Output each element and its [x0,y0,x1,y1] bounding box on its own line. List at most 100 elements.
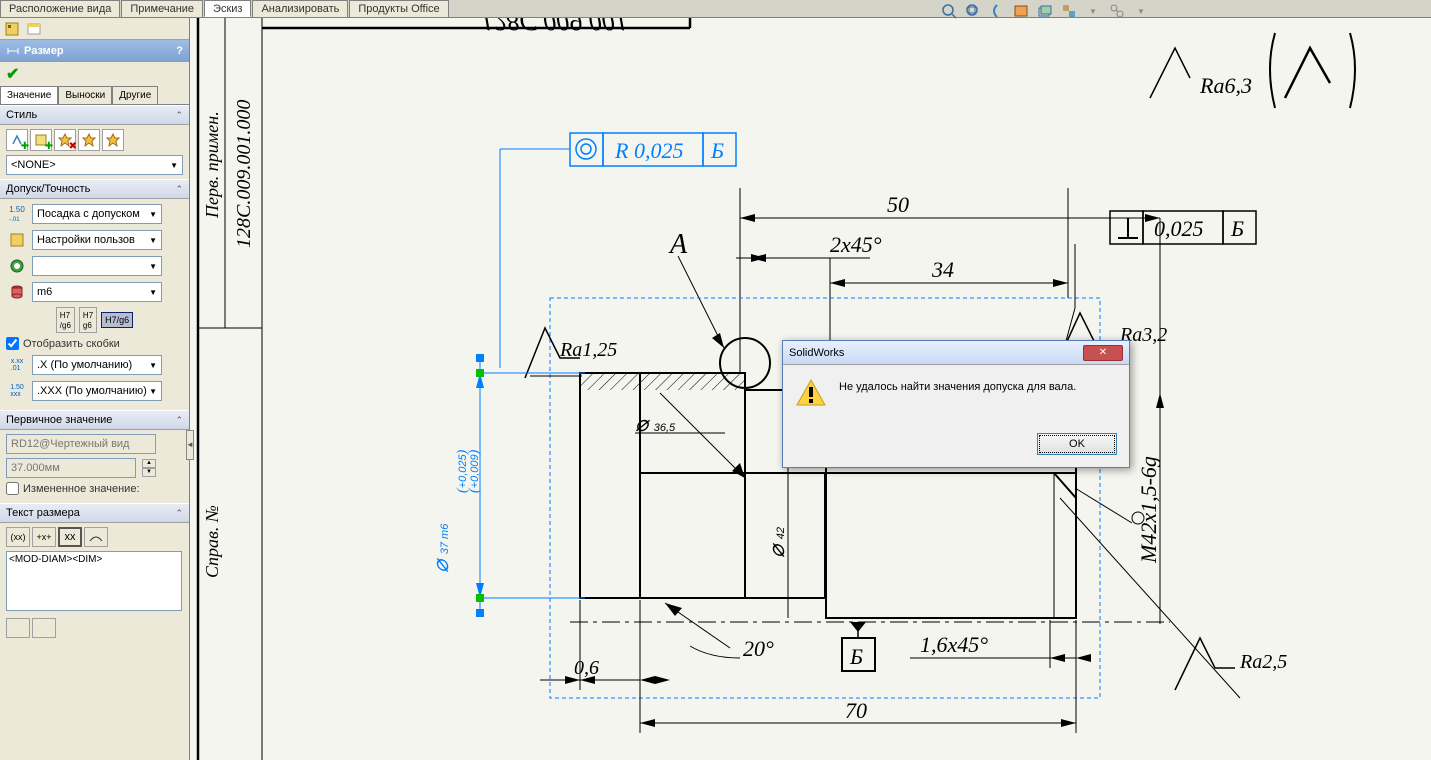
dimtext-inspect-button[interactable]: +x+ [32,527,56,547]
dimtext-box-button[interactable]: xx [58,527,82,547]
help-button[interactable]: ? [176,45,183,57]
dimtext-textarea[interactable]: <MOD-DIAM><DIM> [6,551,182,611]
top-tabs: Расположение вида Примечание Эскиз Анали… [0,0,1431,18]
ok-button[interactable]: OK [1037,433,1117,455]
property-icon[interactable] [24,19,44,39]
previous-view-icon[interactable] [987,2,1007,20]
svg-text:M42x1,5-6g: M42x1,5-6g [1136,456,1161,564]
tolerance-type-combo[interactable]: Посадка с допуском ▼ [32,204,162,224]
section-view-icon[interactable] [1011,2,1031,20]
chevron-up-icon: ⌃ [175,415,183,426]
dimtext-parens-button[interactable]: (xx) [6,527,30,547]
feature-tree-icon[interactable] [2,19,22,39]
svg-text:Б: Б [1230,216,1244,241]
justify-left-button[interactable] [6,618,30,638]
dropdown-arrow-icon: ▼ [149,387,157,396]
title-mirror: 128С.009.001 [480,18,627,36]
dialog-message: Не удалось найти значения допуска для ва… [839,377,1076,393]
tab-analyze[interactable]: Анализировать [252,0,348,17]
precision2-combo[interactable]: .XXX (По умолчанию) ▼ [32,381,162,401]
section-tolerance-header[interactable]: Допуск/Точность ⌃ [0,179,189,199]
perv-primen-label: Перв. примен. [202,111,222,219]
svg-text:34: 34 [931,257,954,282]
svg-text:Ra6,3: Ra6,3 [1199,73,1252,98]
value-decrement[interactable]: ▼ [142,468,156,477]
hide-show-icon[interactable] [1059,2,1079,20]
tab-sketch[interactable]: Эскиз [204,0,251,17]
svg-text:2x45°: 2x45° [830,232,882,257]
dropdown-arrow-icon: ▼ [149,210,157,219]
gtol-perpendicularity: 0,025 Б [1110,211,1256,244]
subtab-value[interactable]: Значение [0,86,58,104]
zoom-fit-icon[interactable] [939,2,959,20]
primary-label: Первичное значение [6,414,112,426]
tol-settings-value: Настройки пользов [37,234,135,246]
precision1-icon: x.xx.01 [6,354,28,376]
display-style-icon[interactable] [1035,2,1055,20]
override-checkbox[interactable] [6,482,19,495]
tol-linear-button[interactable]: H7/g6 [101,312,133,328]
sprav-no-label: Справ. № [202,505,222,578]
tol-stacked-button[interactable]: H7g6 [79,307,97,333]
shaft-tolerance-icon [6,281,28,303]
svg-text:50: 50 [887,192,909,217]
panel-title: Размер [24,45,64,57]
justify-center-button[interactable] [32,618,56,638]
style-add-icon[interactable]: ✚ [30,129,52,151]
prec2-value: .XXX (По умолчанию) [37,385,147,397]
dimension-name-input[interactable] [6,434,156,454]
svg-text:Ra2,5: Ra2,5 [1239,651,1287,673]
link-icon[interactable] [1107,2,1127,20]
section-primary-header[interactable]: Первичное значение ⌃ [0,410,189,430]
tolerance-settings-icon [6,229,28,251]
section-style-header[interactable]: Стиль ⌃ [0,105,189,125]
shaft-tolerance-combo[interactable]: m6 ▼ [32,282,162,302]
svg-text:Б: Б [710,138,724,163]
property-panel: Размер ? ✔ Значение Выноски Другие Стиль… [0,18,190,760]
show-parens-label: Отобразить скобки [23,338,120,350]
tab-office[interactable]: Продукты Office [349,0,448,17]
tol-stacked-slash-button[interactable]: H7/g6 [56,307,75,333]
style-apply-icon[interactable]: ✚ [6,129,28,151]
subtab-other[interactable]: Другие [112,86,158,104]
style-delete-icon[interactable]: ✖ [54,129,76,151]
shaft-tol-value: m6 [37,286,52,298]
close-button[interactable]: ✕ [1083,345,1123,361]
view-dropdown2-icon[interactable]: ▼ [1131,2,1151,20]
style-load-icon[interactable] [102,129,124,151]
surface-finish-ra125: Ra1,25 [525,328,617,378]
show-parens-checkbox[interactable] [6,337,19,350]
dialog-titlebar[interactable]: SolidWorks ✕ [783,341,1129,365]
precision2-icon: 1.50xxx [6,380,28,402]
precision1-combo[interactable]: .X (По умолчанию) ▼ [32,355,162,375]
dim-37-selected[interactable]: ⌀ 37 m6 (+0,025) (+0,009) [428,354,585,617]
style-combo[interactable]: <NONE> ▼ [6,155,183,175]
subtab-leaders[interactable]: Выноски [58,86,112,104]
dimtext-arc-button[interactable] [84,527,108,547]
override-label: Измененное значение: [23,483,140,495]
style-save-icon[interactable] [78,129,100,151]
part-number: 128С.009.001.000 [233,100,255,248]
error-dialog: SolidWorks ✕ Не удалось найти значения д… [782,340,1130,468]
view-dropdown-icon[interactable]: ▼ [1083,2,1103,20]
value-increment[interactable]: ▲ [142,459,156,468]
zoom-area-icon[interactable] [963,2,983,20]
hole-tolerance-combo[interactable]: ▼ [32,256,162,276]
tolerance-settings-combo[interactable]: Настройки пользов ▼ [32,230,162,250]
section-dimtext-header[interactable]: Текст размера ⌃ [0,503,189,523]
dropdown-arrow-icon: ▼ [149,236,157,245]
tab-annotation[interactable]: Примечание [121,0,203,17]
tab-view-layout[interactable]: Расположение вида [0,0,120,17]
svg-text:Б: Б [849,644,863,669]
dimension-icon [6,44,20,58]
svg-text:R 0,025: R 0,025 [614,138,683,163]
chevron-up-icon: ⌃ [175,508,183,519]
svg-text:0,6: 0,6 [574,657,599,679]
dim-06: 0,6 [540,600,670,690]
ok-check-icon[interactable]: ✔ [6,64,19,84]
dim-365: ⌀ 36,5 [635,393,745,478]
panel-splitter[interactable] [186,430,194,460]
style-label: Стиль [6,109,37,121]
dimension-value-input[interactable] [6,458,136,478]
dim-20deg: 20° [665,603,774,661]
